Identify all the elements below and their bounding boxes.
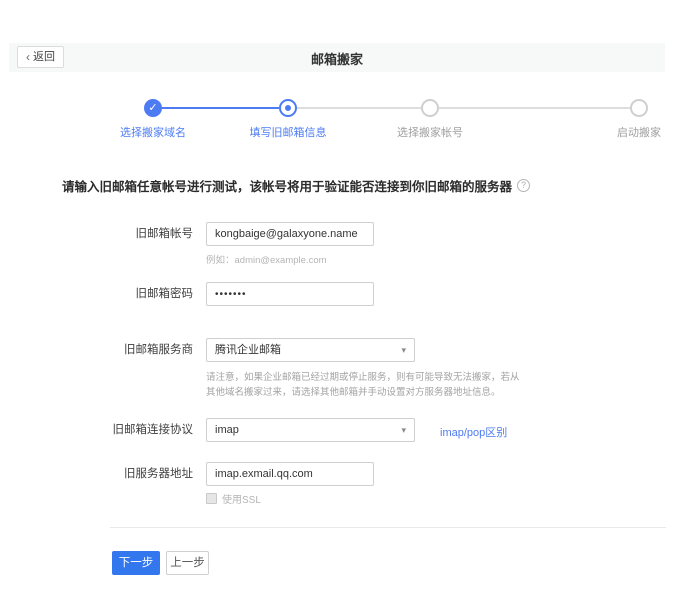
imap-pop-difference-link[interactable]: imap/pop区别 xyxy=(440,424,507,440)
check-icon: ✓ xyxy=(148,102,157,114)
step-label-start-move: 启动搬家 xyxy=(617,124,661,140)
step-4-circle-pending xyxy=(630,99,648,117)
old-protocol-select[interactable]: imap ▾ xyxy=(206,418,415,442)
footer-divider xyxy=(110,527,666,528)
step-label-choose-domain: 选择搬家域名 xyxy=(120,124,186,140)
step-connector-2 xyxy=(297,107,421,109)
old-server-input[interactable] xyxy=(206,462,374,486)
step-connector-1 xyxy=(162,107,279,109)
next-step-button[interactable]: 下一步 xyxy=(112,551,160,575)
provider-warning-line-2: 其他域名搬家过来，请选择其他邮箱并手动设置对方服务器地址信息。 xyxy=(206,385,520,400)
step-3-circle-pending xyxy=(421,99,439,117)
old-password-label: 旧邮箱密码 xyxy=(35,282,193,306)
ssl-checkbox[interactable] xyxy=(206,493,217,504)
chevron-down-icon: ▾ xyxy=(401,339,406,361)
step-2-circle-active xyxy=(279,99,297,117)
step-label-old-mail-info: 填写旧邮箱信息 xyxy=(250,124,327,140)
mail-migration-page: ‹ 返回 邮箱搬家 ✓ 选择搬家域名 填写旧邮箱信息 选择搬家帐号 启动搬家 请… xyxy=(0,0,674,592)
old-protocol-label: 旧邮箱连接协议 xyxy=(35,418,193,442)
old-provider-select[interactable]: 腾讯企业邮箱 ▾ xyxy=(206,338,415,362)
instruction-text: 请输入旧邮箱任意帐号进行测试，该帐号将用于验证能否连接到你旧邮箱的服务器 xyxy=(62,176,512,195)
chevron-down-icon: ▾ xyxy=(401,419,406,441)
step-1-circle-done: ✓ xyxy=(144,99,162,117)
old-provider-label: 旧邮箱服务商 xyxy=(35,338,193,362)
old-account-example-helper: 例如：admin@example.com xyxy=(206,252,327,266)
ssl-option-row: 使用SSL xyxy=(206,491,261,506)
old-protocol-value: imap xyxy=(215,424,239,436)
step-connector-3 xyxy=(439,107,630,109)
previous-step-button[interactable]: 上一步 xyxy=(166,551,209,575)
provider-warning-line-1: 请注意，如果企业邮箱已经过期或停止服务，则有可能导致无法搬家，若从 xyxy=(206,370,520,385)
provider-warning-helper: 请注意，如果企业邮箱已经过期或停止服务，则有可能导致无法搬家，若从 其他域名搬家… xyxy=(206,370,520,400)
ssl-checkbox-label: 使用SSL xyxy=(222,491,261,506)
old-account-input[interactable] xyxy=(206,222,374,246)
old-provider-value: 腾讯企业邮箱 xyxy=(215,344,281,356)
page-title: 邮箱搬家 xyxy=(9,49,665,68)
step-label-choose-account: 选择搬家帐号 xyxy=(397,124,463,140)
old-account-label: 旧邮箱帐号 xyxy=(35,222,193,246)
old-server-label: 旧服务器地址 xyxy=(35,462,193,486)
question-circle-icon[interactable]: ? xyxy=(517,179,530,192)
instruction-text-row: 请输入旧邮箱任意帐号进行测试，该帐号将用于验证能否连接到你旧邮箱的服务器 ? xyxy=(62,176,530,195)
old-password-input[interactable] xyxy=(206,282,374,306)
